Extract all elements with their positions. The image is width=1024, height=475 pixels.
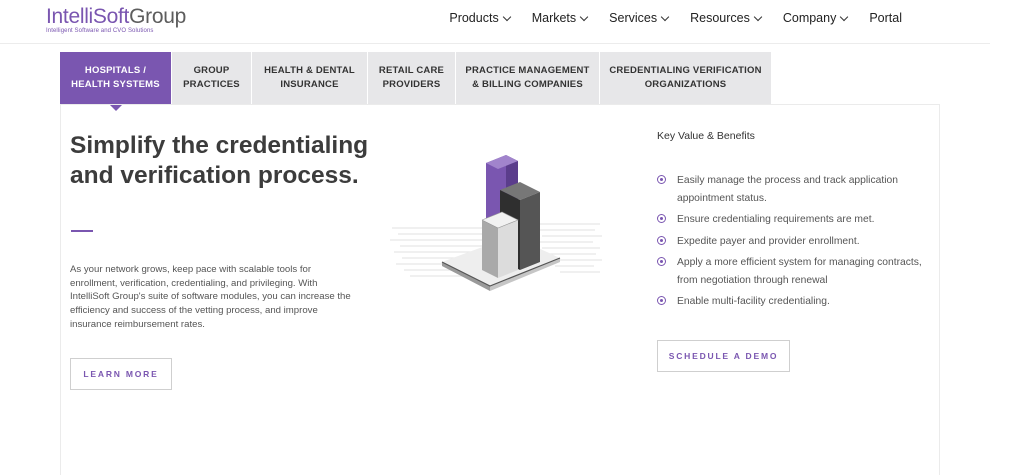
chevron-down-icon: [502, 12, 511, 21]
tab-retail-care-providers[interactable]: RETAIL CARE PROVIDERS: [368, 52, 456, 104]
list-item: Expedite payer and provider enrollment.: [657, 233, 927, 251]
nav-company[interactable]: Company: [783, 11, 849, 25]
logo-tagline: Intelligent Software and CVO Solutions: [46, 28, 154, 34]
hero-title: Simplify the credentialing and verificat…: [70, 132, 369, 189]
bullet-icon: [657, 296, 666, 305]
logo[interactable]: IntelliSoftGroup Intelligent Software an…: [46, 5, 186, 35]
market-tabs: HOSPITALS / HEALTH SYSTEMS GROUP PRACTICES…: [60, 52, 772, 111]
benefits-list: Easily manage the process and track appl…: [657, 172, 927, 315]
chevron-down-icon: [753, 12, 763, 21]
title-divider: [71, 230, 93, 232]
list-item: Apply a more efficient system for managi…: [657, 254, 927, 289]
learn-more-button[interactable]: LEARN MORE: [70, 358, 172, 390]
bar-chart-isometric-icon: [390, 150, 605, 340]
tab-group-practices[interactable]: GROUP PRACTICES: [172, 52, 252, 104]
tab-practice-management-billing[interactable]: PRACTICE MANAGEMENT & BILLING COMPANIES: [456, 52, 600, 104]
list-item: Easily manage the process and track appl…: [657, 172, 927, 207]
nav-portal[interactable]: Portal: [869, 11, 902, 25]
bullet-icon: [657, 235, 666, 245]
nav-services[interactable]: Services: [609, 11, 670, 25]
tab-credentialing-verification-orgs[interactable]: CREDENTIALING VERIFICATION ORGANIZATIONS: [600, 52, 772, 104]
nav-products[interactable]: Products: [449, 11, 511, 25]
bullet-icon: [657, 175, 666, 184]
site-header: IntelliSoftGroup Intelligent Software an…: [0, 0, 990, 44]
chevron-down-icon: [840, 12, 849, 21]
bullet-icon: [657, 257, 666, 266]
list-item: Ensure credentialing requirements are me…: [657, 211, 927, 229]
logo-wordmark: IntelliSoftGroup: [46, 5, 186, 28]
bullet-icon: [657, 214, 666, 223]
main-nav: Products Markets Services Resources Comp…: [449, 11, 902, 25]
nav-resources[interactable]: Resources: [690, 11, 763, 25]
tab-health-dental-insurance[interactable]: HEALTH & DENTAL INSURANCE: [252, 52, 368, 104]
benefits-heading: Key Value & Benefits: [657, 130, 755, 142]
schedule-demo-button[interactable]: SCHEDULE A DEMO: [657, 340, 790, 372]
chevron-down-icon: [660, 12, 670, 21]
list-item: Enable multi-facility credentialing.: [657, 293, 927, 311]
nav-markets[interactable]: Markets: [532, 11, 589, 25]
hero-paragraph: As your network grows, keep pace with sc…: [70, 264, 351, 330]
tab-hospitals-health-systems[interactable]: HOSPITALS / HEALTH SYSTEMS: [60, 52, 172, 111]
chevron-down-icon: [579, 12, 589, 21]
